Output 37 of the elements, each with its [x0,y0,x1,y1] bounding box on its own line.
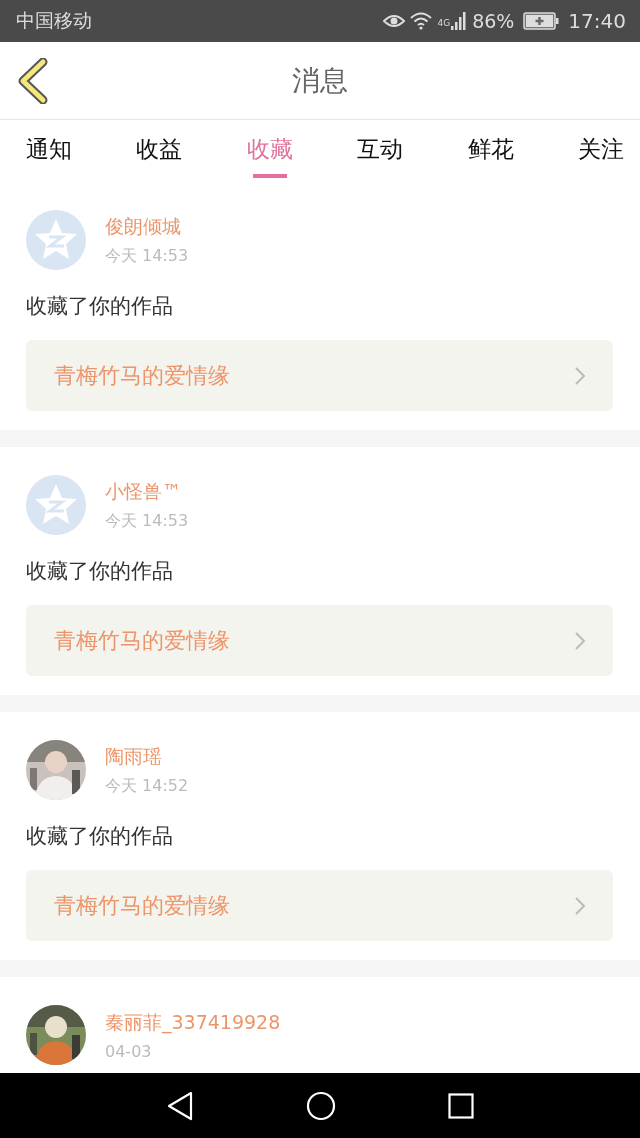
message-text: 收藏了你的作品 [26,558,174,585]
user-name[interactable]: 陶雨瑶 [105,743,189,770]
tab[interactable]: 通知 [24,120,74,182]
user-name[interactable]: 俊朗倾城 [105,213,189,240]
default-avatar-icon [26,210,86,270]
message-time: 今天 14:53 [105,510,189,532]
message-time: 今天 14:52 [105,775,189,797]
tab[interactable]: 关注 [575,120,626,182]
page-title: 消息 [292,62,348,99]
battery-percent: 86% [472,10,515,32]
signal-icon [451,12,468,30]
carrier-name: 中国移动 [16,8,92,33]
eye-icon [383,14,406,28]
work-link[interactable]: 青梅竹马的爱情缘 [26,340,613,411]
home-icon[interactable] [306,1090,336,1121]
tab[interactable]: 收益 [134,120,185,182]
chevron-icon [574,630,586,651]
tab[interactable]: 互动 [355,120,406,182]
back-nav-icon[interactable] [166,1090,194,1121]
work-link[interactable]: 青梅竹马的爱情缘 [26,870,613,941]
wifi-icon [410,12,433,30]
clock: 17:40 [568,9,626,33]
work-link[interactable]: 青梅竹马的爱情缘 [26,605,613,676]
message-text: 收藏了你的作品 [26,293,174,320]
network-type: 4G [437,18,451,28]
message-text: 收藏了你的作品 [26,823,174,850]
chevron-icon [574,365,586,386]
default-avatar-icon [26,475,86,535]
back-icon[interactable] [17,58,49,104]
chevron-icon [574,895,586,916]
recent-apps-icon[interactable] [448,1092,474,1119]
message-time: 04-03 [105,1041,153,1061]
message-time: 今天 14:53 [105,245,189,267]
battery-icon [523,12,560,30]
tab[interactable]: 鲜花 [465,120,516,182]
user-name[interactable]: 秦丽菲_337419928 [105,1009,281,1036]
user-name[interactable]: 小怪兽™ [105,478,189,505]
